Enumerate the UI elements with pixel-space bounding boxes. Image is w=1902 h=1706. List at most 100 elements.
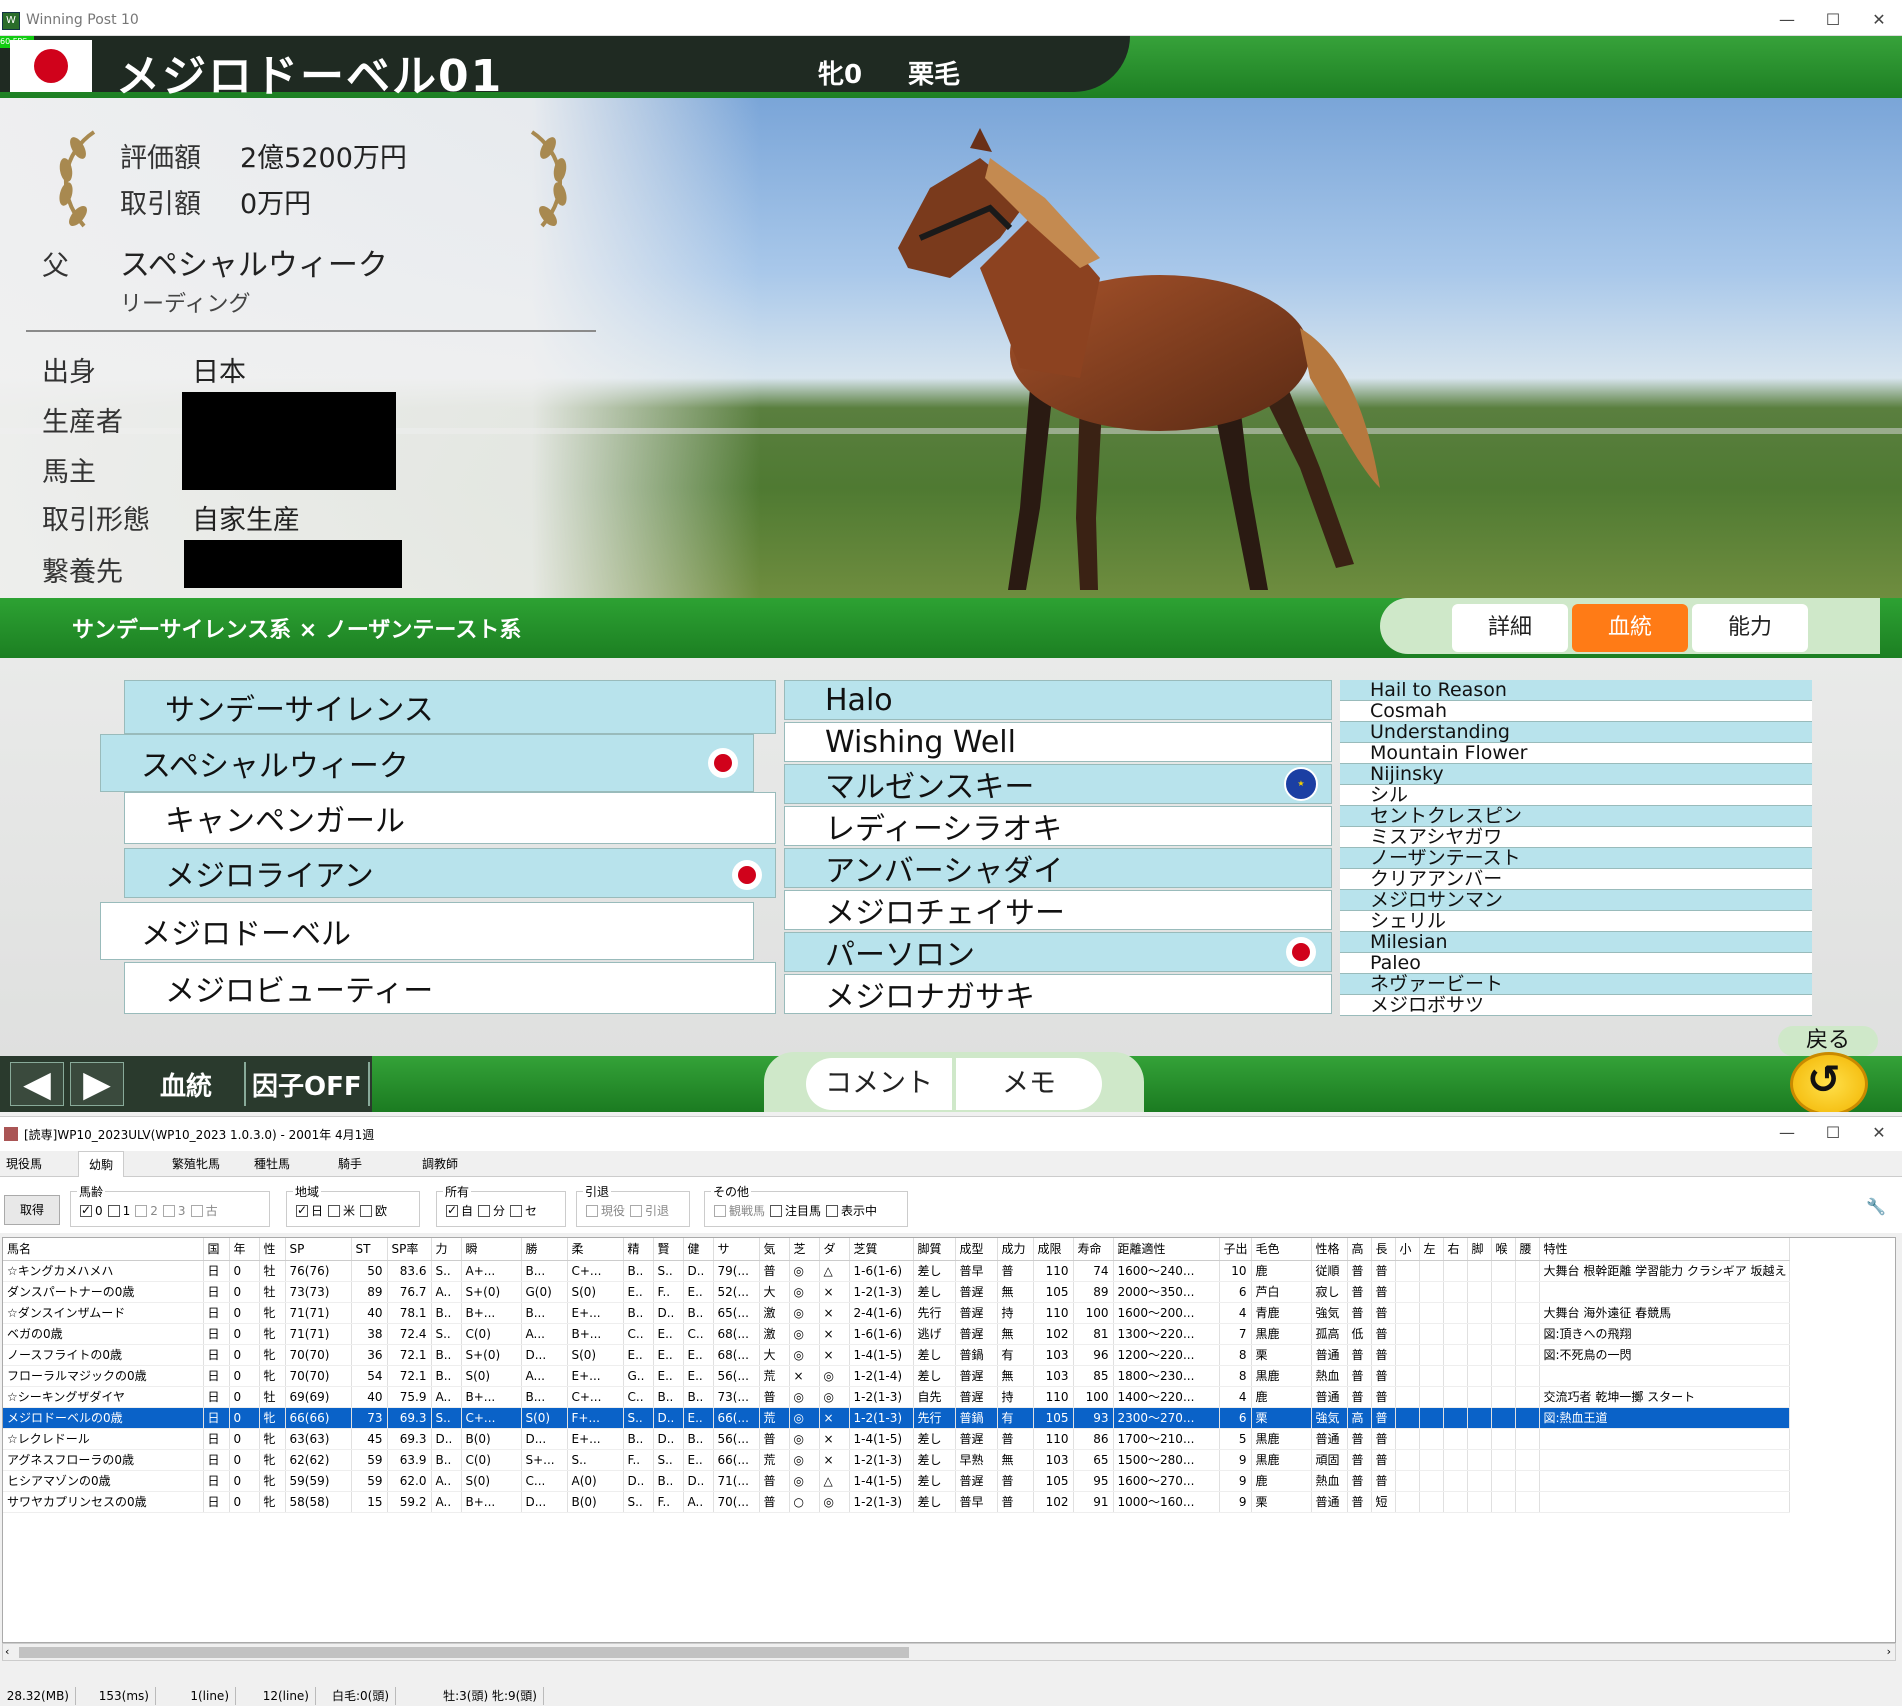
table-row[interactable]: ダンスパートナーの0歳日 0 牡 73(73) 89 76.7 A.. S+(0) G(0) S(…: [3, 1281, 1790, 1303]
column-header[interactable]: 特性: [1539, 1238, 1790, 1261]
checkbox-other-2[interactable]: [826, 1205, 839, 1217]
editor-tab-6[interactable]: 調教師: [418, 1155, 462, 1172]
column-header[interactable]: 芝: [789, 1238, 820, 1261]
checkbox-owner-0[interactable]: [446, 1203, 458, 1217]
column-header[interactable]: 性格: [1311, 1238, 1348, 1261]
editor-tab-3[interactable]: 繁殖牝馬: [168, 1155, 224, 1172]
pedigree-g4-11[interactable]: メジロサンマン: [1340, 890, 1812, 911]
pedigree-dam-dam[interactable]: メジロビューティー: [124, 962, 776, 1014]
pedigree-g3-1[interactable]: Halo: [784, 680, 1332, 720]
pedigree-g4-4[interactable]: Mountain Flower: [1340, 743, 1812, 764]
column-header[interactable]: 力: [431, 1238, 462, 1261]
pedigree-g4-16[interactable]: メジロボサツ: [1340, 995, 1812, 1016]
back-button[interactable]: ↺: [1790, 1052, 1868, 1112]
checkbox-owner-2[interactable]: [510, 1205, 523, 1217]
horizontal-scrollbar[interactable]: ‹ ›: [2, 1643, 1896, 1661]
get-button[interactable]: 取得: [4, 1195, 60, 1225]
pedigree-g4-1[interactable]: Hail to Reason: [1340, 680, 1812, 701]
editor-tab-1[interactable]: 現役馬: [2, 1155, 46, 1172]
pedigree-g4-9[interactable]: ノーザンテースト: [1340, 848, 1812, 869]
table-row[interactable]: ☆キングカメハメハ日 0 牡 76(76) 50 83.6 S.. A+... B... C+..…: [3, 1260, 1790, 1282]
column-header[interactable]: 性: [259, 1238, 286, 1261]
pedigree-g4-8[interactable]: ミスアシヤガワ: [1340, 827, 1812, 848]
checkbox-region-2[interactable]: [360, 1205, 373, 1217]
column-header[interactable]: 距離適性: [1113, 1238, 1220, 1261]
pedigree-g4-13[interactable]: Milesian: [1340, 932, 1812, 953]
column-header[interactable]: 寿命: [1073, 1238, 1114, 1261]
column-header[interactable]: 年: [229, 1238, 260, 1261]
editor-tab-2[interactable]: 幼駒: [78, 1151, 125, 1178]
column-header[interactable]: 長: [1371, 1238, 1396, 1261]
column-header[interactable]: 脚: [1467, 1238, 1492, 1261]
table-row[interactable]: サワヤカプリンセスの0歳日 0 牝 58(58) 15 59.2 A.. B+... D... B…: [3, 1491, 1790, 1513]
column-header[interactable]: 成型: [955, 1238, 998, 1261]
pedigree-g4-5[interactable]: Nijinsky: [1340, 764, 1812, 785]
table-row[interactable]: メジロドーベルの0歳日 0 牝 66(66) 73 69.3 S.. C+... S(0) F+.…: [3, 1407, 1790, 1429]
pedigree-g4-10[interactable]: クリアアンバー: [1340, 869, 1812, 890]
column-header[interactable]: 賢: [653, 1238, 684, 1261]
pedigree-g4-15[interactable]: ネヴァービート: [1340, 974, 1812, 995]
tab-ability[interactable]: 能力: [1692, 604, 1808, 652]
column-header[interactable]: SP率: [387, 1238, 432, 1261]
column-header[interactable]: 国: [203, 1238, 230, 1261]
pedigree-g4-7[interactable]: セントクレスピン: [1340, 806, 1812, 827]
column-header[interactable]: 瞬: [461, 1238, 522, 1261]
pedigree-button[interactable]: 血統: [160, 1066, 212, 1103]
minimize-icon[interactable]: —: [1764, 10, 1810, 29]
column-header[interactable]: 気: [759, 1238, 790, 1261]
comment-button[interactable]: コメント: [806, 1058, 952, 1110]
tab-pedigree[interactable]: 血統: [1572, 604, 1688, 652]
column-header[interactable]: 芝質: [849, 1238, 914, 1261]
prev-horse-button[interactable]: ◀: [10, 1062, 64, 1106]
checkbox-region-0[interactable]: [296, 1203, 308, 1217]
column-header[interactable]: 成力: [997, 1238, 1034, 1261]
column-header[interactable]: 子出: [1219, 1238, 1252, 1261]
pedigree-g4-6[interactable]: シル: [1340, 785, 1812, 806]
table-row[interactable]: ベガの0歳日 0 牝 71(71) 38 72.4 S.. C(0) A... B+... C.. E…: [3, 1323, 1790, 1345]
pedigree-sire[interactable]: スペシャルウィーク: [100, 734, 754, 792]
pedigree-g3-8[interactable]: メジロナガサキ: [784, 974, 1332, 1015]
pedigree-g4-3[interactable]: Understanding: [1340, 722, 1812, 743]
checkbox-owner-1[interactable]: [478, 1205, 491, 1217]
pedigree-g4-12[interactable]: シェリル: [1340, 911, 1812, 932]
column-header[interactable]: 小: [1395, 1238, 1420, 1261]
scroll-thumb[interactable]: [19, 1647, 909, 1658]
column-header[interactable]: 左: [1419, 1238, 1444, 1261]
close-icon[interactable]: ✕: [1856, 1123, 1902, 1142]
close-icon[interactable]: ✕: [1856, 10, 1902, 29]
column-header[interactable]: 右: [1443, 1238, 1468, 1261]
checkbox-age-3[interactable]: [162, 1205, 175, 1217]
tab-detail[interactable]: 詳細: [1452, 604, 1568, 652]
pedigree-g3-6[interactable]: メジロチェイサー: [784, 890, 1332, 931]
column-header[interactable]: 柔: [567, 1238, 624, 1261]
next-horse-button[interactable]: ▶: [70, 1062, 124, 1106]
scroll-left-icon[interactable]: ‹: [5, 1645, 9, 1658]
editor-tab-4[interactable]: 種牡馬: [250, 1155, 294, 1172]
column-header[interactable]: 喉: [1491, 1238, 1516, 1261]
pedigree-g3-4[interactable]: レディーシラオキ: [784, 806, 1332, 847]
table-row[interactable]: ☆レクレドール日 0 牝 63(63) 45 69.3 D.. B(0) D... E+... B.…: [3, 1428, 1790, 1450]
column-header[interactable]: 毛色: [1251, 1238, 1312, 1261]
pedigree-sire-sire[interactable]: サンデーサイレンス: [124, 680, 776, 734]
column-header[interactable]: 成限: [1033, 1238, 1074, 1261]
factor-toggle-button[interactable]: 因子OFF: [252, 1066, 362, 1103]
table-row[interactable]: ヒシアマゾンの0歳日 0 牝 59(59) 59 62.0 A.. S(0) C... A(0) D…: [3, 1470, 1790, 1492]
column-header[interactable]: 精: [623, 1238, 654, 1261]
scroll-right-icon[interactable]: ›: [1887, 1645, 1891, 1658]
pedigree-g3-3[interactable]: マルゼンスキー: [784, 764, 1332, 805]
table-row[interactable]: フローラルマジックの0歳日 0 牝 70(70) 54 72.1 B.. S(0) A... E+…: [3, 1365, 1790, 1387]
column-header[interactable]: 勝: [521, 1238, 568, 1261]
maximize-icon[interactable]: ☐: [1810, 10, 1856, 29]
pedigree-dam[interactable]: メジロドーベル: [100, 902, 754, 960]
pedigree-sire-dam[interactable]: キャンペンガール: [124, 792, 776, 844]
table-row[interactable]: アグネスフローラの0歳日 0 牝 62(62) 59 63.9 B.. C(0) S+... S.…: [3, 1449, 1790, 1471]
column-header[interactable]: ST: [351, 1238, 388, 1261]
column-header[interactable]: ダ: [819, 1238, 850, 1261]
table-row[interactable]: ☆ダンスインザムード日 0 牝 71(71) 40 78.1 B.. B+... B... E+.…: [3, 1302, 1790, 1324]
wrench-icon[interactable]: 🔧: [1866, 1197, 1886, 1216]
checkbox-age-2[interactable]: [135, 1205, 148, 1217]
pedigree-dam-sire[interactable]: メジロライアン: [124, 848, 776, 898]
column-header[interactable]: 馬名: [3, 1238, 204, 1261]
checkbox-age-4[interactable]: [190, 1205, 203, 1217]
column-header[interactable]: 腰: [1515, 1238, 1540, 1261]
